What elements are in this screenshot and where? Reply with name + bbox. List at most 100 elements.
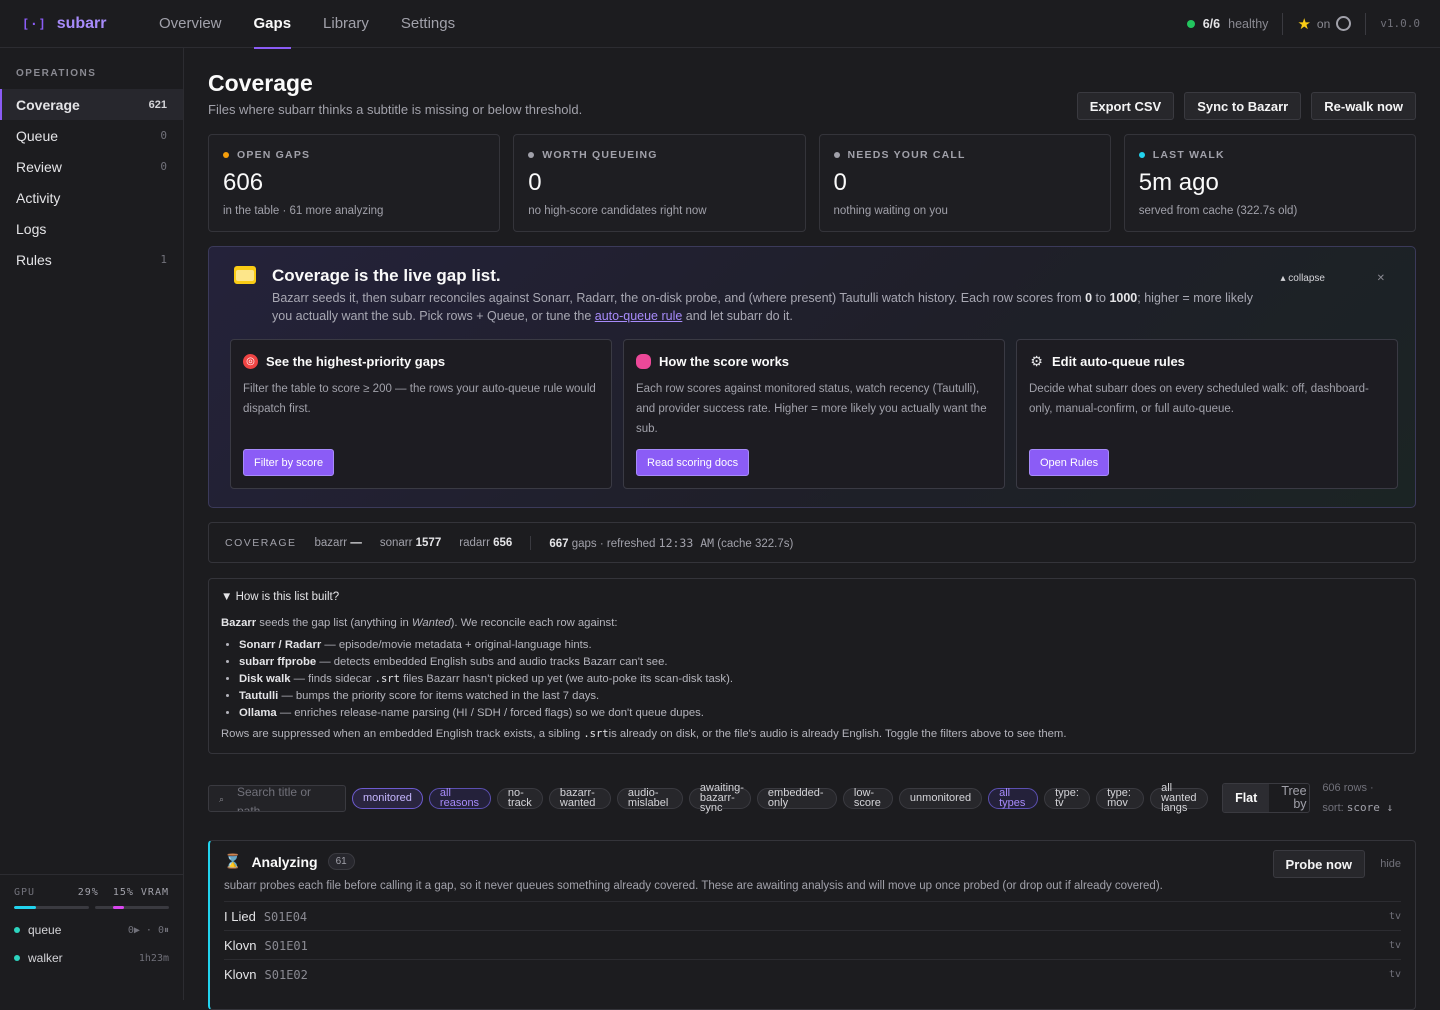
sidebar-item-count: 0 — [160, 160, 167, 173]
sort-control[interactable]: sort: score ↓ — [1322, 798, 1393, 818]
health-count: 6/6 — [1202, 16, 1221, 31]
coverage-summary: COVERAGE bazarr — sonarr 1577 radarr 656… — [208, 522, 1416, 563]
collapse-button[interactable]: ▴ collapse — [1281, 273, 1326, 284]
sidebar-item-label: Coverage — [16, 96, 80, 113]
tab-library[interactable]: Library — [307, 0, 385, 48]
github-link[interactable]: ★ on — [1283, 12, 1367, 35]
chip-low-score[interactable]: low-score — [842, 787, 893, 809]
search-input[interactable]: ⌕ Search title or path... — [208, 784, 346, 812]
row-episode: S01E02 — [264, 967, 308, 982]
proc-name: walker — [28, 951, 63, 965]
page-subtitle: Files where subarr thinks a subtitle is … — [208, 102, 583, 117]
chip-monitored[interactable]: monitored — [352, 787, 423, 809]
sidebar-item-logs[interactable]: Logs — [0, 213, 183, 244]
close-icon[interactable]: ✕ — [1377, 273, 1385, 284]
chip-no-track[interactable]: no-track — [496, 787, 543, 809]
chip-audio-mislabel[interactable]: audio-mislabel — [616, 787, 683, 809]
rewalk-button[interactable]: Re-walk now — [1311, 92, 1416, 120]
stat-value: 0 — [528, 169, 542, 196]
chip-bazarr-wanted[interactable]: bazarr-wanted — [548, 787, 611, 809]
view-flat-button[interactable]: Flat — [1223, 784, 1270, 812]
sidebar-item-label: Logs — [16, 220, 47, 237]
brain-icon — [636, 354, 651, 369]
stat-label: NEEDS YOUR CALL — [847, 149, 966, 161]
chip-embedded-only[interactable]: embedded-only — [756, 787, 837, 809]
chip-unmonitored[interactable]: unmonitored — [898, 787, 983, 809]
status-dot-icon — [833, 152, 840, 158]
page-actions: Export CSV Sync to Bazarr Re-walk now — [1076, 92, 1416, 120]
system-monitor: GPU 29% 15% VRAM queue 0▶ · 0⏸ walker 1h… — [0, 874, 183, 1000]
gpu-label: GPU — [14, 887, 36, 898]
gaps-refresh-info: 667 gaps · refreshed 12:33 AM (cache 322… — [549, 535, 794, 550]
card-title: How the score works — [659, 354, 790, 369]
row-title: I Lied — [224, 908, 256, 924]
stat-value: 5m ago — [1138, 169, 1219, 196]
card-priority-gaps: ◎ See the highest-priority gaps Filter th… — [230, 339, 612, 489]
sidebar-item-rules[interactable]: Rules 1 — [0, 244, 183, 275]
row-title: Klovn — [224, 937, 257, 953]
page-title: Coverage — [208, 70, 313, 96]
health-indicator[interactable]: 6/6 healthy — [1186, 12, 1284, 35]
table-row[interactable]: Klovn S01E01 tv — [224, 930, 1401, 959]
sidebar-item-review[interactable]: Review 0 — [0, 151, 183, 182]
tab-settings[interactable]: Settings — [385, 0, 471, 48]
read-scoring-docs-button[interactable]: Read scoring docs — [636, 449, 750, 476]
auto-queue-rule-link[interactable]: auto-queue rule — [595, 309, 683, 323]
chip-all-types[interactable]: all types — [988, 787, 1039, 809]
chip-awaiting-bazarr-sync[interactable]: awaiting-bazarr-sync — [688, 783, 751, 814]
card-score-works: How the score works Each row scores agai… — [623, 339, 1005, 489]
gear-icon: ⚙ — [1030, 353, 1043, 369]
hide-button[interactable]: hide — [1380, 858, 1401, 870]
hourglass-icon: ⌛ — [224, 853, 242, 869]
how-list-built: ▼ How is this list built? Bazarr seeds t… — [208, 578, 1416, 754]
sync-bazarr-button[interactable]: Sync to Bazarr — [1184, 92, 1302, 120]
export-csv-button[interactable]: Export CSV — [1076, 92, 1175, 120]
row-type: tv — [1388, 939, 1401, 951]
sidebar-item-count: 0 — [160, 129, 167, 142]
chip-type-tv[interactable]: type: tv — [1044, 787, 1091, 809]
banner-description: Bazarr seeds it, then subarr reconciles … — [272, 291, 1253, 323]
table-row[interactable]: Klovn S01E02 tv — [224, 959, 1401, 988]
card-title: See the highest-priority gaps — [266, 354, 446, 369]
stat-label: LAST WALK — [1152, 149, 1225, 161]
banner-title: Coverage is the live gap list. — [272, 266, 501, 285]
filter-bar: ⌕ Search title or path... monitored all … — [208, 780, 1416, 816]
search-placeholder: Search title or path... — [237, 784, 312, 812]
sidebar-item-coverage[interactable]: Coverage 621 — [0, 89, 183, 120]
card-text: Decide what subarr does on every schedul… — [1029, 383, 1369, 415]
table-row[interactable]: I Lied S01E04 tv — [224, 901, 1401, 930]
proc-queue: queue 0▶ · 0⏸ — [14, 923, 169, 937]
proc-name: queue — [28, 923, 62, 937]
view-tree-button[interactable]: Tree by — [1269, 784, 1309, 812]
sidebar-item-count: 621 — [148, 98, 167, 111]
chip-type-mov[interactable]: type: mov — [1096, 787, 1145, 809]
sonarr-count: sonarr 1577 — [379, 536, 442, 549]
open-rules-button[interactable]: Open Rules — [1029, 449, 1110, 476]
chip-all-reasons[interactable]: all reasons — [428, 787, 491, 809]
coverage-label: COVERAGE — [225, 536, 297, 549]
list-item: Disk walk — finds sidecar .srt files Baz… — [239, 671, 1403, 688]
chip-all-wanted-langs[interactable]: all wanted langs — [1150, 783, 1209, 814]
stat-value: 606 — [223, 169, 264, 196]
how-footer: Rows are suppressed when an embedded Eng… — [221, 728, 1067, 740]
card-auto-queue: ⚙ Edit auto-queue rules Decide what subar… — [1016, 339, 1398, 489]
sidebar-item-queue[interactable]: Queue 0 — [0, 120, 183, 151]
probe-now-button[interactable]: Probe now — [1272, 850, 1365, 878]
app-logo[interactable]: [·] subarr — [0, 15, 143, 33]
filter-by-score-button[interactable]: Filter by score — [243, 449, 335, 476]
row-type: tv — [1388, 968, 1401, 980]
sidebar-item-label: Review — [16, 158, 62, 175]
sidebar: OPERATIONS Coverage 621 Queue 0 Review 0… — [0, 48, 184, 1000]
row-episode: S01E04 — [263, 909, 308, 924]
how-summary-toggle[interactable]: ▼ How is this list built? — [221, 591, 1403, 603]
sidebar-item-activity[interactable]: Activity — [0, 182, 183, 213]
stat-sub: no high-score candidates right now — [528, 205, 707, 217]
target-icon: ◎ — [243, 354, 258, 369]
tab-gaps[interactable]: Gaps — [238, 0, 308, 49]
row-count: 606 rows · — [1322, 782, 1374, 794]
list-item: Tautulli — bumps the priority score for … — [239, 688, 1403, 705]
row-type: tv — [1388, 910, 1401, 922]
top-bar: [·] subarr Overview Gaps Library Setting… — [0, 0, 1440, 49]
card-title: Edit auto-queue rules — [1052, 354, 1185, 369]
tab-overview[interactable]: Overview — [143, 0, 238, 48]
